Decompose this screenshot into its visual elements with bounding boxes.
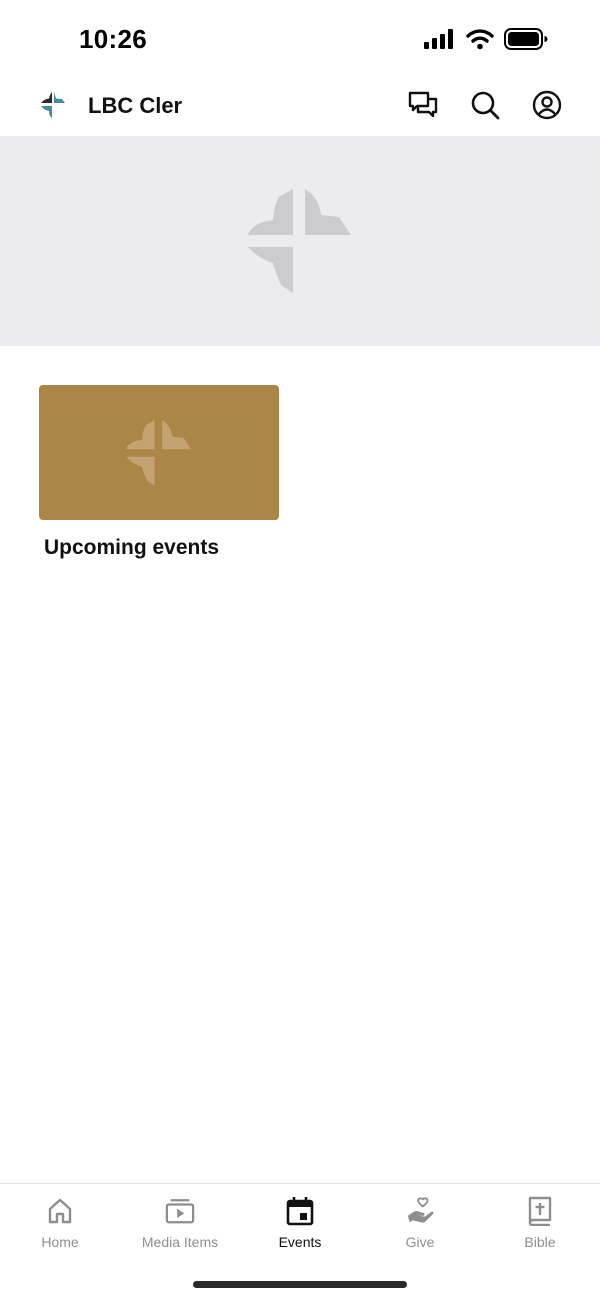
- wifi-icon: [466, 29, 494, 50]
- battery-icon: [504, 28, 548, 50]
- header-actions: [406, 88, 564, 122]
- home-indicator[interactable]: [193, 1281, 407, 1288]
- upcoming-events-card[interactable]: Upcoming events: [39, 385, 279, 560]
- status-time: 10:26: [79, 24, 147, 54]
- app-logo-icon: [41, 92, 65, 118]
- app-title: LBC Cler: [88, 93, 183, 118]
- hero-banner: [0, 136, 600, 346]
- give-heart-hand-icon: [405, 1196, 435, 1226]
- media-play-icon: [165, 1196, 195, 1226]
- app-header: LBC Cler: [0, 80, 600, 136]
- bible-icon: [525, 1196, 555, 1226]
- tab-label: Media Items: [141, 1234, 219, 1250]
- tab-label: Bible: [524, 1234, 556, 1250]
- cellular-signal-icon: [424, 29, 453, 49]
- tab-media-items[interactable]: Media Items: [120, 1184, 240, 1262]
- card-image: [39, 385, 279, 520]
- card-title: Upcoming events: [44, 536, 220, 559]
- status-bar: 10:26: [0, 0, 600, 80]
- chat-button[interactable]: [406, 88, 440, 122]
- tab-label: Events: [278, 1234, 322, 1250]
- search-icon: [471, 91, 500, 120]
- tab-label: Home: [41, 1234, 79, 1250]
- tab-events[interactable]: Events: [240, 1184, 360, 1262]
- tab-bible[interactable]: Bible: [480, 1184, 600, 1262]
- status-icons: [424, 28, 548, 50]
- tab-give[interactable]: Give: [360, 1184, 480, 1262]
- church-cross-logo-icon: [126, 419, 192, 486]
- bottom-tab-bar: Home Media Items Events Give Bible: [0, 1183, 600, 1300]
- account-button[interactable]: [530, 88, 564, 122]
- tab-label: Give: [405, 1234, 435, 1250]
- home-icon: [45, 1196, 75, 1226]
- chat-bubbles-icon: [408, 91, 438, 118]
- church-cross-logo-icon: [248, 189, 351, 293]
- calendar-icon: [285, 1196, 315, 1226]
- tab-home[interactable]: Home: [0, 1184, 120, 1262]
- user-account-icon: [532, 90, 562, 120]
- search-button[interactable]: [468, 88, 502, 122]
